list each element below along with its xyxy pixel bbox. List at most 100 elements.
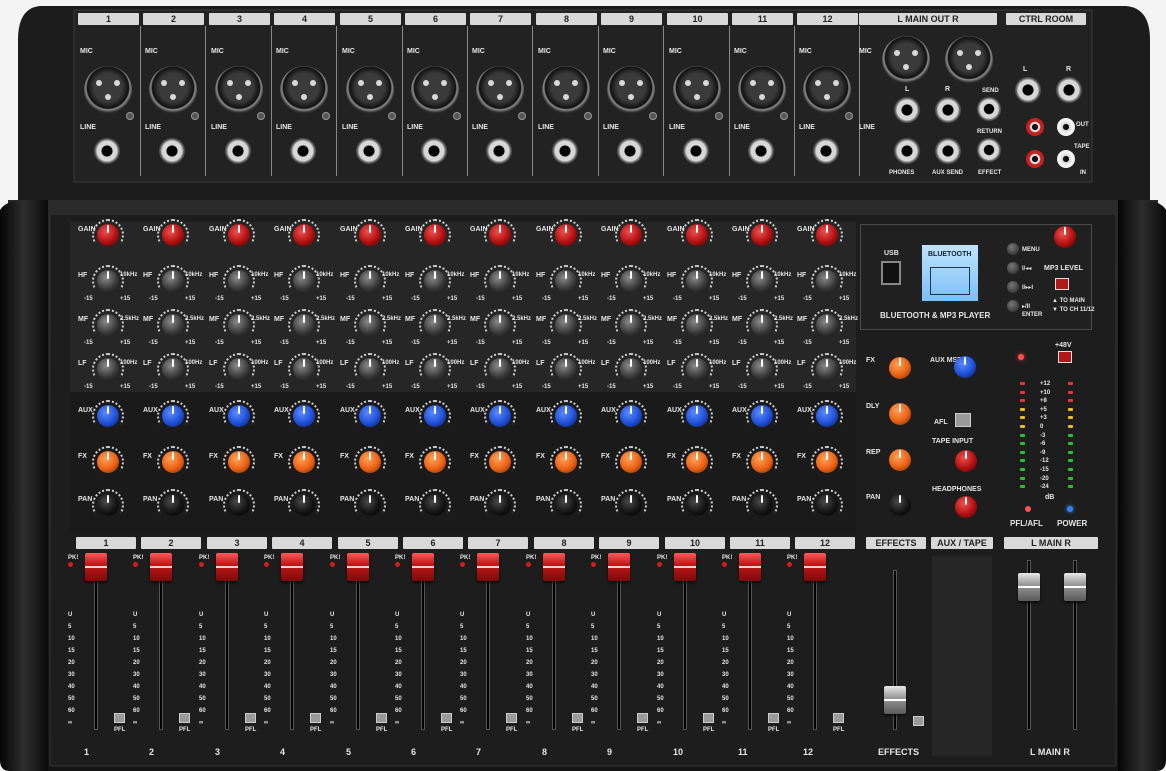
phones-jack[interactable] <box>893 137 921 165</box>
ch3-pfl-button[interactable] <box>245 713 256 723</box>
line-jack-input[interactable] <box>747 137 775 165</box>
ch3-pan-knob[interactable] <box>228 494 250 516</box>
ch8-fader[interactable] <box>543 553 565 581</box>
phantom-switch[interactable] <box>1058 351 1072 363</box>
line-jack-input[interactable] <box>485 137 513 165</box>
ch5-gain-knob[interactable] <box>359 224 381 246</box>
ch8-pan-knob[interactable] <box>555 494 577 516</box>
effects-fader[interactable] <box>884 686 906 714</box>
ch11-gain-knob[interactable] <box>751 224 773 246</box>
ch4-lf-knob[interactable] <box>293 358 315 380</box>
mic-xlr-input[interactable] <box>411 66 459 114</box>
ch10-pan-knob[interactable] <box>686 494 708 516</box>
ch12-hf-knob[interactable] <box>816 270 838 292</box>
mic-xlr-input[interactable] <box>607 66 655 114</box>
ch1-mf-knob[interactable] <box>97 314 119 336</box>
ch2-mf-knob[interactable] <box>162 314 184 336</box>
mic-xlr-input[interactable] <box>215 66 263 114</box>
line-jack-input[interactable] <box>289 137 317 165</box>
mic-xlr-input[interactable] <box>673 66 721 114</box>
line-jack-input[interactable] <box>158 137 186 165</box>
ch12-pfl-button[interactable] <box>833 713 844 723</box>
ch5-hf-knob[interactable] <box>359 270 381 292</box>
ch7-mf-knob[interactable] <box>489 314 511 336</box>
ch8-mf-knob[interactable] <box>555 314 577 336</box>
ch8-lf-knob[interactable] <box>555 358 577 380</box>
ch8-aux-knob[interactable] <box>555 405 577 427</box>
ch2-aux-knob[interactable] <box>162 405 184 427</box>
play-pause-button[interactable] <box>1007 300 1019 312</box>
ch5-mf-knob[interactable] <box>359 314 381 336</box>
ch3-aux-knob[interactable] <box>228 405 250 427</box>
effects-pfl-button[interactable] <box>913 716 924 726</box>
main-out-left-xlr[interactable] <box>882 36 930 84</box>
ch11-hf-knob[interactable] <box>751 270 773 292</box>
ch12-gain-knob[interactable] <box>816 224 838 246</box>
mic-xlr-input[interactable] <box>84 66 132 114</box>
ch9-lf-knob[interactable] <box>620 358 642 380</box>
ch7-pfl-button[interactable] <box>506 713 517 723</box>
headphones-knob[interactable] <box>955 496 977 518</box>
mic-xlr-input[interactable] <box>542 66 590 114</box>
ch5-pfl-button[interactable] <box>376 713 387 723</box>
ch1-hf-knob[interactable] <box>97 270 119 292</box>
ch9-fader[interactable] <box>608 553 630 581</box>
ch6-pan-knob[interactable] <box>424 494 446 516</box>
mic-xlr-input[interactable] <box>803 66 851 114</box>
ch12-mf-knob[interactable] <box>816 314 838 336</box>
ch7-pan-knob[interactable] <box>489 494 511 516</box>
menu-button[interactable] <box>1007 243 1019 255</box>
main-line-right-jack[interactable] <box>934 96 962 124</box>
ch2-lf-knob[interactable] <box>162 358 184 380</box>
effects-pan-knob[interactable] <box>889 494 911 516</box>
ch11-mf-knob[interactable] <box>751 314 773 336</box>
to-main-switch[interactable] <box>1055 278 1069 290</box>
ch5-lf-knob[interactable] <box>359 358 381 380</box>
ch3-fx-knob[interactable] <box>228 451 250 473</box>
ch3-gain-knob[interactable] <box>228 224 250 246</box>
ch6-aux-knob[interactable] <box>424 405 446 427</box>
ch4-pfl-button[interactable] <box>310 713 321 723</box>
ch10-pfl-button[interactable] <box>703 713 714 723</box>
line-jack-input[interactable] <box>93 137 121 165</box>
ch2-fx-knob[interactable] <box>162 451 184 473</box>
ch12-fader[interactable] <box>804 553 826 581</box>
line-jack-input[interactable] <box>551 137 579 165</box>
master-right-fader[interactable] <box>1064 573 1086 601</box>
ch4-aux-knob[interactable] <box>293 405 315 427</box>
tape-in-right-rca[interactable] <box>1057 150 1075 168</box>
ch7-fx-knob[interactable] <box>489 451 511 473</box>
ch1-pfl-button[interactable] <box>114 713 125 723</box>
ch6-lf-knob[interactable] <box>424 358 446 380</box>
ch5-aux-knob[interactable] <box>359 405 381 427</box>
tape-in-left-rca[interactable] <box>1026 150 1044 168</box>
ch11-fader[interactable] <box>739 553 761 581</box>
line-jack-input[interactable] <box>616 137 644 165</box>
ch3-mf-knob[interactable] <box>228 314 250 336</box>
ch2-pfl-button[interactable] <box>179 713 190 723</box>
ch6-pfl-button[interactable] <box>441 713 452 723</box>
ch1-fx-knob[interactable] <box>97 451 119 473</box>
ctrl-room-right-jack[interactable] <box>1055 76 1083 104</box>
effect-send-jack[interactable] <box>976 96 1002 122</box>
ch7-lf-knob[interactable] <box>489 358 511 380</box>
ch2-hf-knob[interactable] <box>162 270 184 292</box>
mic-xlr-input[interactable] <box>280 66 328 114</box>
ch12-fx-knob[interactable] <box>816 451 838 473</box>
ch3-lf-knob[interactable] <box>228 358 250 380</box>
ch10-gain-knob[interactable] <box>686 224 708 246</box>
line-jack-input[interactable] <box>420 137 448 165</box>
ctrl-room-left-jack[interactable] <box>1014 76 1042 104</box>
ch4-gain-knob[interactable] <box>293 224 315 246</box>
tape-out-left-rca[interactable] <box>1026 118 1044 136</box>
ch1-pan-knob[interactable] <box>97 494 119 516</box>
ch7-aux-knob[interactable] <box>489 405 511 427</box>
ch1-aux-knob[interactable] <box>97 405 119 427</box>
ch4-fader[interactable] <box>281 553 303 581</box>
ch2-fader[interactable] <box>150 553 172 581</box>
ch8-gain-knob[interactable] <box>555 224 577 246</box>
ch1-fader[interactable] <box>85 553 107 581</box>
main-line-left-jack[interactable] <box>893 96 921 124</box>
ch9-pan-knob[interactable] <box>620 494 642 516</box>
ch9-gain-knob[interactable] <box>620 224 642 246</box>
